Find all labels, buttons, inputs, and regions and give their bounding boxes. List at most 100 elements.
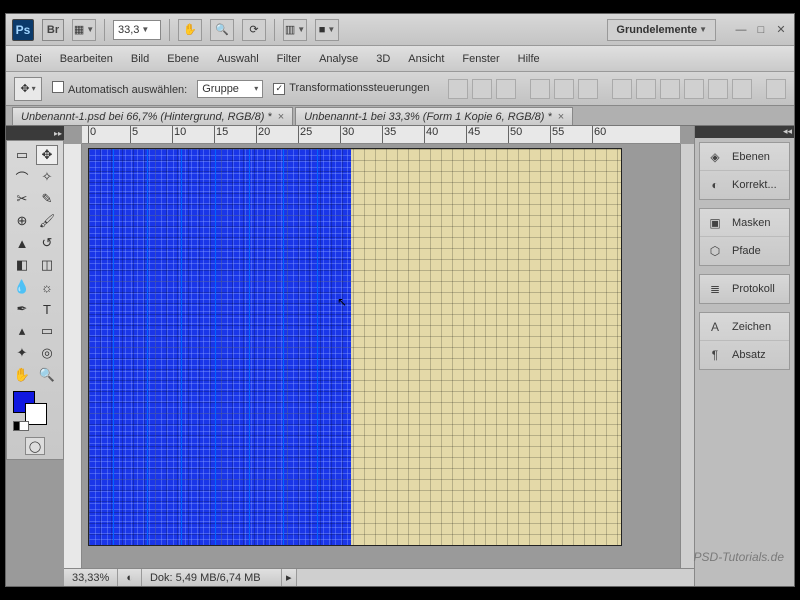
move-tool-icon[interactable]: ✥ bbox=[36, 145, 58, 165]
distribute-4-icon[interactable] bbox=[684, 79, 704, 99]
status-menu-icon[interactable]: ▸ bbox=[282, 571, 296, 584]
panel-protokoll[interactable]: ≣Protokoll bbox=[700, 275, 789, 303]
3d-tool-icon[interactable]: ✦ bbox=[11, 343, 33, 363]
hand-tool-icon[interactable]: ✋ bbox=[178, 19, 202, 41]
panel-masken[interactable]: ▣Masken bbox=[700, 209, 789, 237]
type-tool-icon[interactable]: T bbox=[36, 299, 58, 319]
history-brush-tool-icon[interactable]: ↺ bbox=[36, 233, 58, 253]
current-tool-icon[interactable]: ✥▾ bbox=[14, 77, 42, 101]
document-tab[interactable]: Unbenannt-1 bei 33,3% (Form 1 Kopie 6, R… bbox=[295, 107, 573, 125]
status-bar: 33,33% ◐ Dok: 5,49 MB/6,74 MB ▸ bbox=[64, 568, 694, 586]
tab-close-icon[interactable]: × bbox=[558, 111, 564, 123]
distribute-5-icon[interactable] bbox=[708, 79, 728, 99]
path-select-tool-icon[interactable]: ▴ bbox=[11, 321, 33, 341]
menu-3d[interactable]: 3D bbox=[376, 53, 390, 65]
marquee-tool-icon[interactable]: ▭ bbox=[11, 145, 33, 165]
bridge-icon[interactable]: Br bbox=[42, 19, 64, 41]
auto-select-target[interactable]: Gruppe▾ bbox=[197, 80, 263, 98]
distribute-1-icon[interactable] bbox=[612, 79, 632, 99]
layers-icon: ◈ bbox=[706, 149, 724, 165]
align-left-icon[interactable] bbox=[530, 79, 550, 99]
panel-korrekturen[interactable]: ◐Korrekt... bbox=[700, 171, 789, 199]
horizontal-ruler[interactable]: 0 5 10 15 20 25 30 35 40 45 50 55 60 bbox=[82, 126, 680, 144]
paragraph-icon: ¶ bbox=[706, 347, 724, 363]
menu-auswahl[interactable]: Auswahl bbox=[217, 53, 259, 65]
align-top-icon[interactable] bbox=[448, 79, 468, 99]
vertical-scrollbar[interactable] bbox=[680, 144, 694, 568]
maximize-icon[interactable]: □ bbox=[754, 23, 768, 37]
panel-zeichen[interactable]: AZeichen bbox=[700, 313, 789, 341]
shape-tool-icon[interactable]: ▭ bbox=[36, 321, 58, 341]
menu-bar: Datei Bearbeiten Bild Ebene Auswahl Filt… bbox=[6, 46, 794, 72]
menu-hilfe[interactable]: Hilfe bbox=[518, 53, 540, 65]
panel-ebenen[interactable]: ◈Ebenen bbox=[700, 143, 789, 171]
minimize-icon[interactable]: — bbox=[734, 23, 748, 37]
vertical-ruler[interactable] bbox=[64, 144, 82, 568]
menu-ansicht[interactable]: Ansicht bbox=[408, 53, 444, 65]
align-hcenter-icon[interactable] bbox=[554, 79, 574, 99]
status-docsize[interactable]: Dok: 5,49 MB/6,74 MB bbox=[142, 569, 282, 586]
healing-tool-icon[interactable]: ⊕ bbox=[11, 211, 33, 231]
align-right-icon[interactable] bbox=[578, 79, 598, 99]
crop-tool-icon[interactable]: ✂ bbox=[11, 189, 33, 209]
masks-icon: ▣ bbox=[706, 215, 724, 231]
menu-analyse[interactable]: Analyse bbox=[319, 53, 358, 65]
menu-datei[interactable]: Datei bbox=[16, 53, 42, 65]
history-icon: ≣ bbox=[706, 281, 724, 297]
toolbox-header[interactable]: ▸▸ bbox=[6, 126, 64, 140]
zoom-level-input[interactable]: 33,3▼ bbox=[113, 20, 161, 40]
magic-wand-tool-icon[interactable]: ✧ bbox=[36, 167, 58, 187]
panel-pfade[interactable]: ⬡Pfade bbox=[700, 237, 789, 265]
3d-camera-tool-icon[interactable]: ◎ bbox=[36, 343, 58, 363]
lasso-tool-icon[interactable]: ⌒ bbox=[11, 167, 33, 187]
blur-tool-icon[interactable]: 💧 bbox=[11, 277, 33, 297]
distribute-6-icon[interactable] bbox=[732, 79, 752, 99]
menu-fenster[interactable]: Fenster bbox=[462, 53, 499, 65]
close-icon[interactable]: ✕ bbox=[774, 23, 788, 37]
distribute-2-icon[interactable] bbox=[636, 79, 656, 99]
dodge-tool-icon[interactable]: ☼ bbox=[36, 277, 58, 297]
menu-bearbeiten[interactable]: Bearbeiten bbox=[60, 53, 113, 65]
zoom-tool-icon[interactable]: 🔍 bbox=[36, 365, 58, 385]
photoshop-icon: Ps bbox=[12, 19, 34, 41]
align-bottom-icon[interactable] bbox=[496, 79, 516, 99]
workspace-selector[interactable]: Grundelemente▼ bbox=[607, 19, 716, 41]
arrange-dropdown[interactable]: ▥▼ bbox=[283, 19, 307, 41]
auto-select-checkbox[interactable]: Automatisch auswählen: bbox=[52, 81, 187, 96]
transform-controls-checkbox[interactable]: ✓Transformationssteuerungen bbox=[273, 82, 429, 95]
menu-bild[interactable]: Bild bbox=[131, 53, 149, 65]
adjustments-icon: ◐ bbox=[706, 177, 724, 193]
watermark: PSD-Tutorials.de bbox=[694, 550, 784, 564]
zoom-tool-icon[interactable]: 🔍 bbox=[210, 19, 234, 41]
default-colors-icon[interactable] bbox=[19, 421, 29, 431]
cursor-icon: ↖ bbox=[337, 295, 347, 309]
eraser-tool-icon[interactable]: ◧ bbox=[11, 255, 33, 275]
hand-tool-icon[interactable]: ✋ bbox=[11, 365, 33, 385]
character-icon: A bbox=[706, 319, 724, 335]
gradient-tool-icon[interactable]: ◫ bbox=[36, 255, 58, 275]
horizontal-scrollbar[interactable] bbox=[296, 569, 695, 586]
stamp-tool-icon[interactable]: ▲ bbox=[11, 233, 33, 253]
brush-tool-icon[interactable]: 🖌 bbox=[36, 211, 58, 231]
canvas-viewport[interactable]: ↖ bbox=[82, 144, 680, 568]
document-tab[interactable]: Unbenannt-1.psd bei 66,7% (Hintergrund, … bbox=[12, 107, 293, 125]
align-vcenter-icon[interactable] bbox=[472, 79, 492, 99]
panel-absatz[interactable]: ¶Absatz bbox=[700, 341, 789, 369]
eyedropper-tool-icon[interactable]: ✎ bbox=[36, 189, 58, 209]
status-zoom[interactable]: 33,33% bbox=[64, 569, 118, 586]
layout-dropdown[interactable]: ▦▼ bbox=[72, 19, 96, 41]
pen-tool-icon[interactable]: ✒ bbox=[11, 299, 33, 319]
auto-align-icon[interactable] bbox=[766, 79, 786, 99]
tab-close-icon[interactable]: × bbox=[278, 111, 284, 123]
panel-collapse-icon[interactable]: ◂◂ bbox=[695, 126, 794, 138]
document-canvas[interactable]: ↖ bbox=[88, 148, 622, 546]
menu-filter[interactable]: Filter bbox=[277, 53, 301, 65]
distribute-3-icon[interactable] bbox=[660, 79, 680, 99]
rotate-view-icon[interactable]: ⟳ bbox=[242, 19, 266, 41]
status-proof-icon[interactable]: ◐ bbox=[118, 569, 142, 586]
screen-mode-dropdown[interactable]: ■▼ bbox=[315, 19, 339, 41]
quick-mask-icon[interactable]: ◯ bbox=[25, 437, 45, 455]
toolbox: ▭ ✥ ⌒ ✧ ✂ ✎ ⊕ 🖌 ▲ ↺ ◧ ◫ 💧 ☼ ✒ T ▴ ▭ ✦ ◎ bbox=[6, 140, 64, 460]
color-swatches[interactable] bbox=[11, 391, 59, 431]
menu-ebene[interactable]: Ebene bbox=[167, 53, 199, 65]
